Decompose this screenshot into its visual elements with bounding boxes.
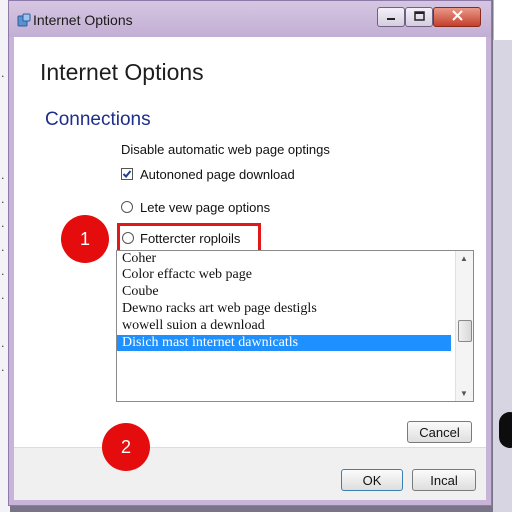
radio-label-lete-vew[interactable]: Lete vew page options <box>140 200 270 215</box>
incal-button[interactable]: Incal <box>412 469 476 491</box>
dialog-content: Internet Options Connections Disable aut… <box>14 37 486 500</box>
list-item[interactable]: Dewno racks art web page destigls <box>122 301 317 317</box>
dialog-footer: OK Incal <box>14 447 486 500</box>
checkbox-label[interactable]: Autononed page download <box>140 167 295 182</box>
background-right-window <box>493 0 512 512</box>
minimize-button[interactable] <box>377 7 405 27</box>
close-icon <box>451 8 463 26</box>
listbox-scrollbar[interactable]: ▲ ▼ <box>455 251 473 401</box>
background-glyph: · <box>1 70 5 83</box>
list-item[interactable]: Coher <box>122 251 156 267</box>
background-glyph: · <box>1 340 5 353</box>
scroll-thumb[interactable] <box>458 320 472 342</box>
background-glyph: · <box>1 220 5 233</box>
ok-button[interactable]: OK <box>341 469 403 491</box>
autononed-download-checkbox[interactable] <box>121 168 133 180</box>
background-glyph: · <box>1 292 5 305</box>
maximize-button[interactable] <box>405 7 433 27</box>
background-glyph: · <box>1 196 5 209</box>
background-glyph: · <box>1 268 5 281</box>
background-window-edge <box>493 0 512 40</box>
list-item[interactable]: wowell suion a dewnload <box>122 318 265 334</box>
cancel-button[interactable]: Cancel <box>407 421 472 443</box>
title-bar[interactable]: Internet Options <box>9 1 491 37</box>
internet-options-window: Internet Options Internet Options Connec… <box>8 0 492 506</box>
close-button[interactable] <box>433 7 481 27</box>
background-glyph: · <box>1 244 5 257</box>
background-glyph: · <box>1 172 5 185</box>
page-title: Internet Options <box>40 59 204 85</box>
options-listbox[interactable]: Coher Color effactc web page Coube Dewno… <box>116 250 474 402</box>
list-item-selected[interactable]: Disich mast internet dawnicatls <box>117 335 451 351</box>
window-title: Internet Options <box>33 12 133 28</box>
maximize-icon <box>413 8 425 26</box>
internet-options-app-icon <box>17 13 31 27</box>
annotation-marker-1: 1 <box>61 215 109 263</box>
list-item[interactable]: Color effactc web page <box>122 267 252 283</box>
checkmark-icon <box>122 170 132 178</box>
minimize-icon <box>386 8 396 26</box>
scroll-down-icon[interactable]: ▼ <box>460 389 468 398</box>
radio-lete-vew[interactable] <box>121 201 133 213</box>
list-item[interactable]: Coube <box>122 284 159 300</box>
annotation-marker-2: 2 <box>102 423 150 471</box>
scroll-up-icon[interactable]: ▲ <box>460 254 468 263</box>
description-text: Disable automatic web page optings <box>121 142 330 157</box>
background-dark-circle <box>499 412 512 448</box>
background-glyph: · <box>1 364 5 377</box>
section-title-connections: Connections <box>45 109 151 130</box>
